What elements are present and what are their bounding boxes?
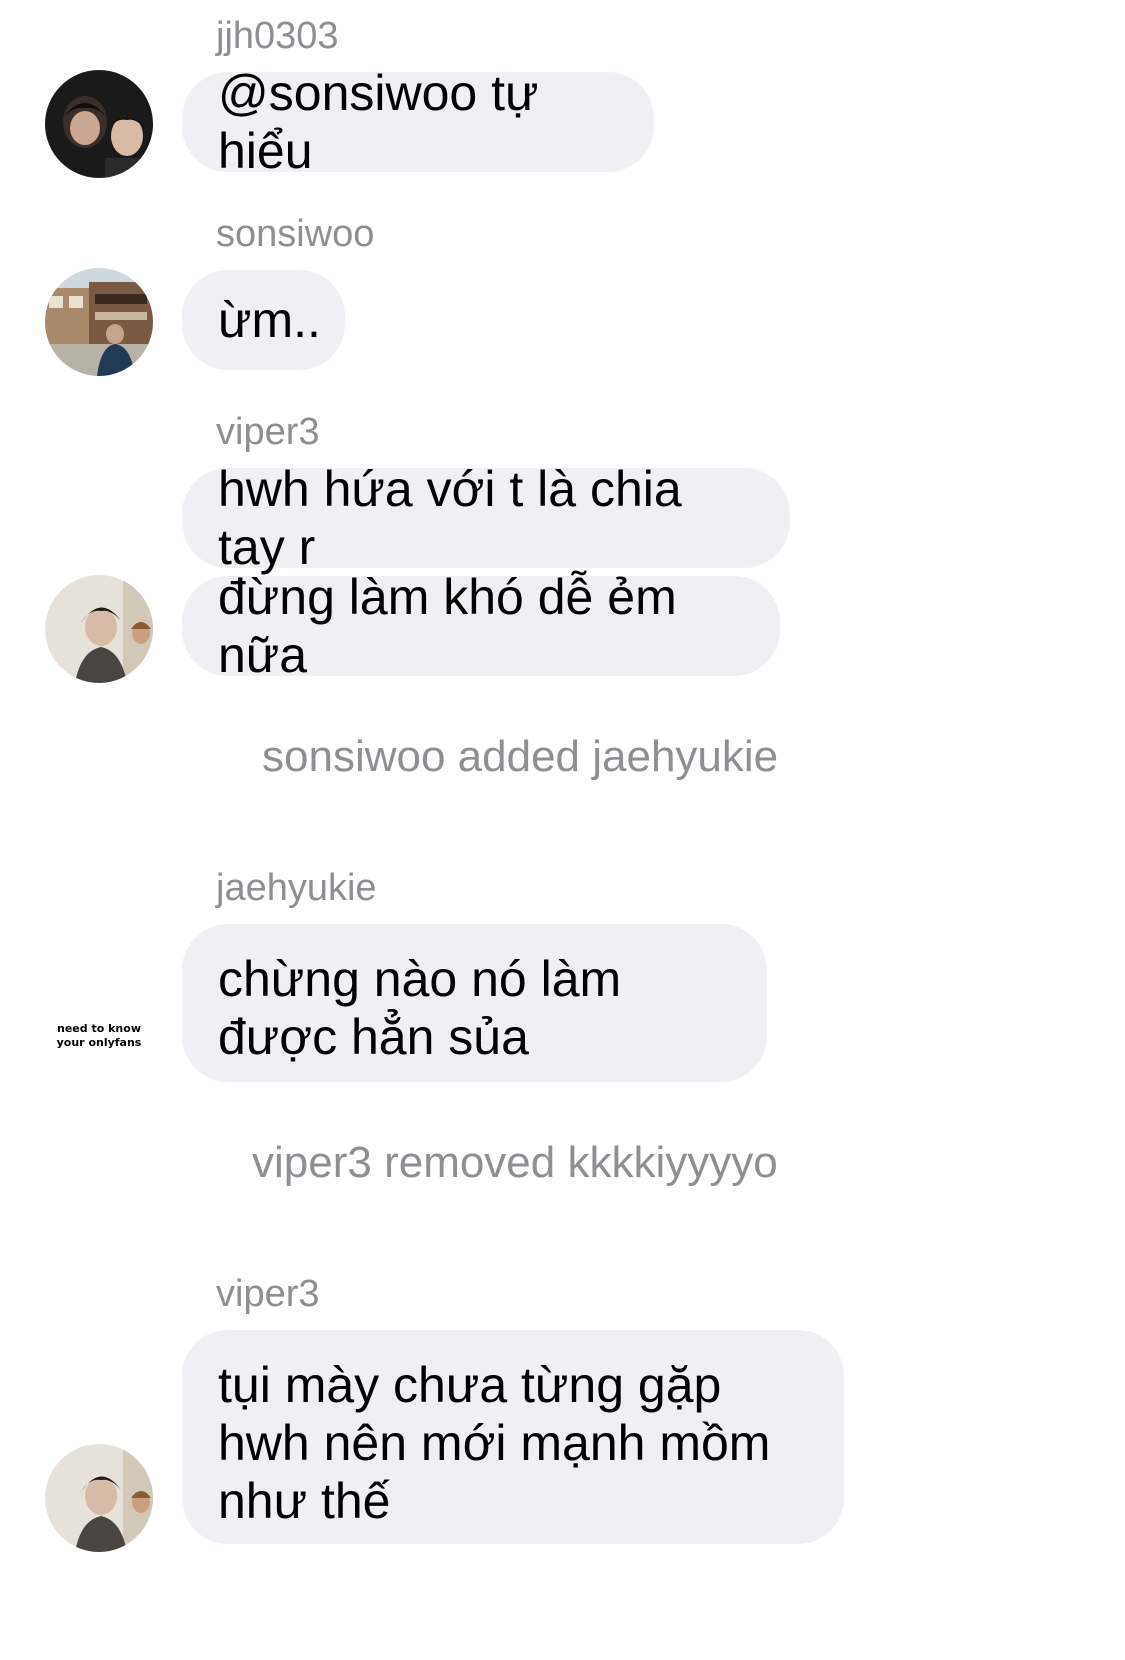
- photo-icon: [45, 268, 153, 376]
- message-text: tụi mày chưa từng gặp hwh nên mới mạnh m…: [218, 1357, 771, 1529]
- message-bubble[interactable]: hwh hứa với t là chia tay r: [182, 461, 790, 575]
- sender-name: jaehyukie: [216, 867, 377, 909]
- system-message: sonsiwoo added jaehyukie: [262, 732, 779, 781]
- message-text: hwh hứa với t là chia tay r: [218, 461, 682, 575]
- avatar-sonsiwoo[interactable]: [45, 268, 153, 376]
- message-text: chừng nào nó làm được hẳn sủa: [218, 951, 622, 1065]
- avatar-jjh0303[interactable]: [45, 70, 153, 178]
- avatar-viper3[interactable]: [45, 1444, 153, 1552]
- photo-icon: [45, 70, 153, 178]
- avatar-jaehyukie[interactable]: need to know your onlyfans: [45, 982, 153, 1090]
- message-bubble[interactable]: đừng làm khó dễ ẻm nữa: [182, 569, 780, 683]
- avatar-viper3[interactable]: [45, 575, 153, 683]
- sender-name: viper3: [216, 411, 320, 453]
- avatar-caption: need to know: [57, 1022, 141, 1035]
- message-bubble[interactable]: tụi mày chưa từng gặp hwh nên mới mạnh m…: [182, 1330, 844, 1544]
- system-message: viper3 removed kkkkiyyyyo: [252, 1138, 778, 1187]
- message-text: ừm..: [218, 292, 321, 348]
- message-bubble[interactable]: chừng nào nó làm được hẳn sủa: [182, 924, 767, 1082]
- message-bubble[interactable]: ừm..: [182, 270, 345, 370]
- avatar-caption: your onlyfans: [56, 1036, 142, 1049]
- sender-name: jjh0303: [216, 15, 339, 57]
- message-text: @sonsiwoo tự hiểu: [218, 65, 539, 179]
- sender-name: sonsiwoo: [216, 213, 375, 255]
- sender-name: viper3: [216, 1273, 320, 1315]
- photo-icon: [45, 575, 153, 683]
- message-bubble[interactable]: @sonsiwoo tự hiểu: [182, 65, 654, 179]
- message-text: đừng làm khó dễ ẻm nữa: [218, 569, 677, 683]
- photo-icon: [45, 1444, 153, 1552]
